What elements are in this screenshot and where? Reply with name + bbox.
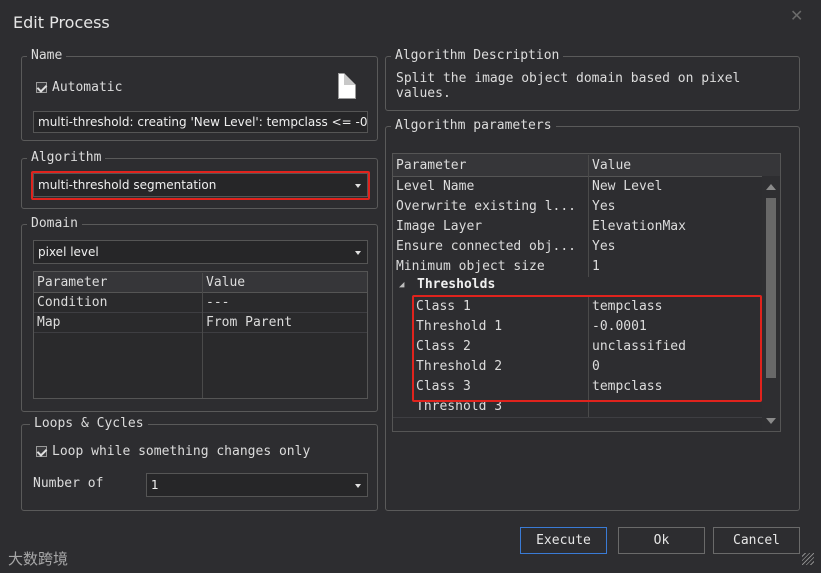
window-title: Edit Process xyxy=(13,13,110,32)
domain-dropdown[interactable]: pixel level xyxy=(33,240,368,264)
cancel-button[interactable]: Cancel xyxy=(713,527,800,554)
threshold-row-value[interactable]: unclassified xyxy=(589,337,762,357)
document-icon[interactable] xyxy=(338,73,356,99)
domain-parameter-grid: Parameter Value Condition --- Map From P… xyxy=(33,271,368,399)
thresholds-section-header[interactable]: Thresholds xyxy=(417,277,495,292)
watermark-text: 大数跨境 xyxy=(8,550,69,568)
threshold-row-name[interactable]: Class 1 xyxy=(413,297,589,317)
number-of-label: Number of xyxy=(33,476,104,491)
description-text: Split the image object domain based on p… xyxy=(396,71,741,101)
algorithm-parameter-grid: Parameter Value Level Name New Level Ove… xyxy=(392,153,781,432)
collapse-arrow-icon[interactable]: ◢ xyxy=(399,280,404,290)
threshold-row-value[interactable]: tempclass xyxy=(589,297,762,317)
scrollbar-thumb[interactable] xyxy=(766,198,776,378)
table-row-param[interactable]: Map xyxy=(34,313,203,333)
chevron-down-icon xyxy=(355,251,361,255)
algorithm-legend: Algorithm xyxy=(27,151,106,165)
column-divider xyxy=(202,333,203,398)
param-row-value[interactable]: New Level xyxy=(589,177,762,197)
parameters-legend: Algorithm parameters xyxy=(391,119,556,133)
domain-legend: Domain xyxy=(27,217,82,231)
threshold-row-name[interactable]: Threshold 1 xyxy=(413,317,589,337)
chevron-down-icon xyxy=(355,184,361,188)
loop-label: Loop while something changes only xyxy=(52,444,311,459)
chevron-down-icon xyxy=(355,484,361,488)
automatic-label: Automatic xyxy=(52,80,123,95)
scroll-down-icon[interactable] xyxy=(766,418,776,424)
threshold-row-name[interactable]: Threshold 3 xyxy=(413,397,589,417)
param-row-value[interactable]: ElevationMax xyxy=(589,217,762,237)
domain-dropdown-value: pixel level xyxy=(38,245,99,259)
name-field[interactable]: multi-threshold: creating 'New Level': t… xyxy=(33,111,368,133)
column-header-value[interactable]: Value xyxy=(203,273,367,293)
description-legend: Algorithm Description xyxy=(391,49,564,63)
param-row-name[interactable]: Overwrite existing l... xyxy=(393,197,589,217)
loops-group xyxy=(21,424,378,511)
execute-button[interactable]: Execute xyxy=(520,527,607,554)
param-row-value[interactable]: Yes xyxy=(589,197,762,217)
param-row-value[interactable]: Yes xyxy=(589,237,762,257)
name-field-value: multi-threshold: creating 'New Level': t… xyxy=(38,115,368,129)
resize-grip-icon[interactable] xyxy=(802,553,814,565)
loops-legend: Loops & Cycles xyxy=(30,417,148,431)
threshold-row-value[interactable]: 0 xyxy=(589,357,762,377)
threshold-row-value[interactable] xyxy=(589,397,762,417)
row-divider xyxy=(393,417,762,418)
ok-button[interactable]: Ok xyxy=(618,527,705,554)
algorithm-dropdown[interactable]: multi-threshold segmentation xyxy=(33,173,368,197)
column-header-parameter[interactable]: Parameter xyxy=(34,273,203,293)
threshold-row-value[interactable]: tempclass xyxy=(589,377,762,397)
scroll-up-icon[interactable] xyxy=(766,184,776,190)
table-row-param[interactable]: Condition xyxy=(34,293,203,313)
param-row-name[interactable]: Minimum object size xyxy=(393,257,589,277)
number-of-value: 1 xyxy=(151,478,159,492)
table-row-value[interactable]: From Parent xyxy=(203,313,367,333)
number-of-dropdown[interactable]: 1 xyxy=(146,473,368,497)
column-header-value[interactable]: Value xyxy=(589,155,762,177)
threshold-row-name[interactable]: Class 3 xyxy=(413,377,589,397)
watermark-logo: 大数跨境 xyxy=(8,548,68,569)
threshold-row-name[interactable]: Class 2 xyxy=(413,337,589,357)
algorithm-dropdown-value: multi-threshold segmentation xyxy=(38,178,217,192)
param-row-name[interactable]: Ensure connected obj... xyxy=(393,237,589,257)
name-legend: Name xyxy=(27,49,67,63)
loop-checkbox[interactable] xyxy=(36,446,47,457)
param-row-name[interactable]: Image Layer xyxy=(393,217,589,237)
param-row-name[interactable]: Level Name xyxy=(393,177,589,197)
automatic-checkbox[interactable] xyxy=(36,82,47,93)
column-header-parameter[interactable]: Parameter xyxy=(393,155,589,177)
param-row-value[interactable]: 1 xyxy=(589,257,762,277)
close-icon[interactable]: ✕ xyxy=(790,6,803,25)
threshold-row-value[interactable]: -0.0001 xyxy=(589,317,762,337)
threshold-row-name[interactable]: Threshold 2 xyxy=(413,357,589,377)
table-row-value[interactable]: --- xyxy=(203,293,367,313)
